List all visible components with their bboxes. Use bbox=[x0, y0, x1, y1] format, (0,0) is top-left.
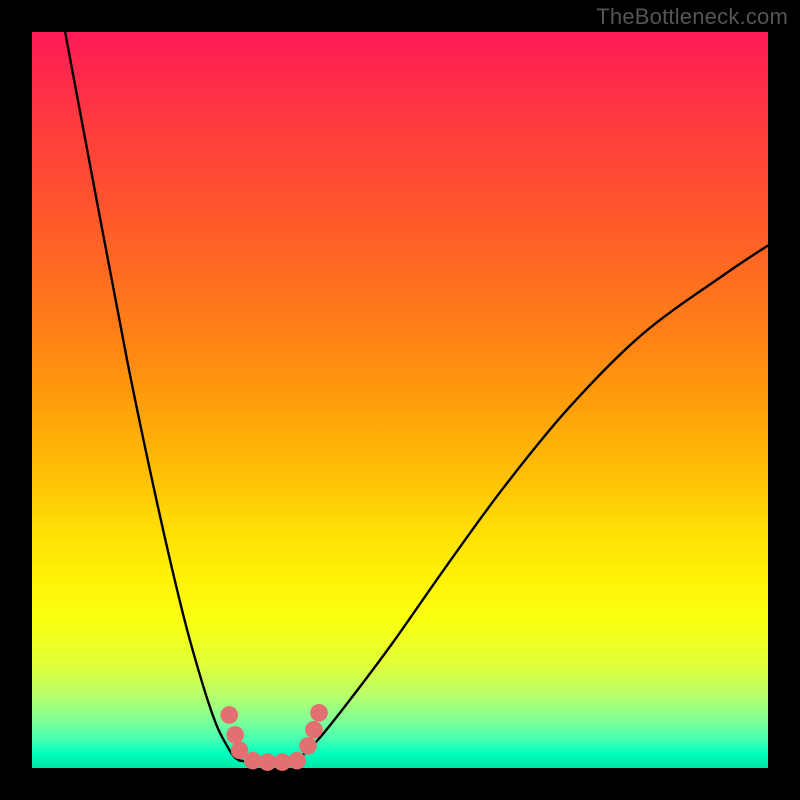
plot-area bbox=[32, 32, 768, 768]
valley-marker bbox=[288, 752, 306, 770]
valley-marker bbox=[299, 737, 317, 755]
valley-marker bbox=[226, 726, 244, 744]
valley-markers bbox=[220, 704, 327, 771]
valley-marker bbox=[220, 706, 238, 724]
curve-layer bbox=[32, 32, 768, 768]
valley-marker bbox=[310, 704, 328, 722]
chart-frame: TheBottleneck.com bbox=[0, 0, 800, 800]
bottleneck-curve bbox=[65, 32, 768, 762]
valley-marker bbox=[305, 721, 323, 739]
watermark-text: TheBottleneck.com bbox=[596, 4, 788, 30]
